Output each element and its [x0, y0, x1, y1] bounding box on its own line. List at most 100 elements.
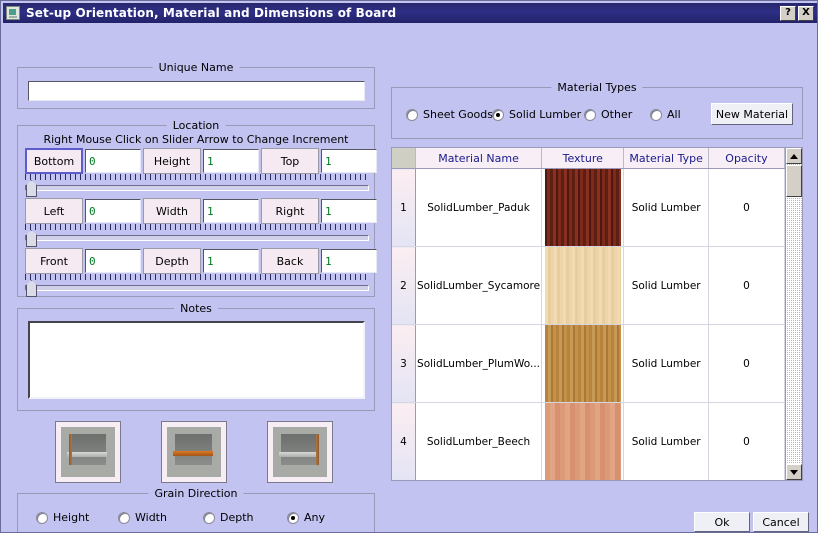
vertical-slider[interactable] [25, 174, 369, 197]
radio-icon[interactable] [36, 511, 48, 524]
cell-material-name[interactable]: SolidLumber_Sycamore [415, 246, 543, 325]
slider-thumb[interactable] [26, 230, 37, 247]
row-number: 2 [392, 246, 416, 325]
material-types-group: Material Types Sheet Goods Solid Lumber … [391, 81, 803, 139]
height-button[interactable]: Height [143, 148, 201, 174]
location-row-horizontal: Left 0 Width 1 Right 1 [25, 198, 377, 224]
preview-image [273, 427, 327, 477]
table-row[interactable]: 4 SolidLumber_Beech Solid Lumber 0 [392, 402, 785, 480]
texture-swatch-beech [544, 403, 621, 480]
material-type-all[interactable]: All [650, 108, 681, 121]
top-value-input[interactable]: 1 [321, 149, 377, 173]
material-type-solid-lumber[interactable]: Solid Lumber [492, 108, 581, 121]
depth-value-input[interactable]: 1 [203, 249, 259, 273]
bottom-value-input[interactable]: 0 [85, 149, 141, 173]
right-button[interactable]: Right [261, 198, 319, 224]
horizontal-slider[interactable] [25, 224, 369, 247]
cell-material-type: Solid Lumber [623, 324, 709, 403]
slider-thumb[interactable] [26, 280, 37, 297]
top-button[interactable]: Top [261, 148, 319, 174]
material-table-scrollbar[interactable] [785, 148, 802, 480]
cell-material-name[interactable]: SolidLumber_Paduk [415, 168, 543, 247]
preview-highlight-panel [173, 451, 214, 456]
front-value-input[interactable]: 0 [85, 249, 141, 273]
right-value-input[interactable]: 1 [321, 199, 377, 223]
cell-material-type: Solid Lumber [623, 168, 709, 247]
table-row[interactable]: 3 SolidLumber_PlumWo... Solid Lumber 0 [392, 324, 785, 403]
ok-button[interactable]: Ok [694, 512, 750, 532]
column-header-material-name[interactable]: Material Name [415, 148, 543, 169]
grain-option-depth[interactable]: Depth [203, 511, 254, 524]
grain-option-label: Width [135, 511, 167, 524]
cell-texture[interactable] [541, 324, 625, 403]
left-button[interactable]: Left [25, 198, 83, 224]
table-row[interactable]: 2 SolidLumber_Sycamore Solid Lumber 0 [392, 246, 785, 325]
column-header-opacity[interactable]: Opacity [708, 148, 785, 169]
cell-texture[interactable] [541, 246, 625, 325]
cell-texture[interactable] [541, 402, 625, 480]
scroll-down-button[interactable] [786, 464, 802, 480]
new-material-button[interactable]: New Material [711, 103, 793, 125]
texture-swatch-paduk [544, 169, 621, 246]
notes-textarea[interactable] [28, 321, 365, 399]
cell-texture[interactable] [541, 168, 625, 247]
bottom-button[interactable]: Bottom [25, 148, 83, 174]
material-type-label: All [667, 108, 681, 121]
preview-box-shelf [67, 452, 108, 457]
radio-icon[interactable] [287, 511, 299, 524]
texture-swatch-plumwood [544, 325, 621, 402]
grain-option-label: Height [53, 511, 90, 524]
radio-icon[interactable] [118, 511, 130, 524]
location-group-title: Location [166, 119, 226, 132]
front-button[interactable]: Front [25, 248, 83, 274]
down-arrow-icon [790, 469, 798, 475]
window-icon [6, 6, 20, 20]
depth-slider[interactable] [25, 274, 369, 297]
row-number: 1 [392, 168, 416, 247]
column-header-material-type[interactable]: Material Type [623, 148, 709, 169]
unique-name-group: Unique Name [17, 61, 375, 109]
orientation-preview-vertical-left[interactable] [55, 421, 121, 483]
slider-track[interactable] [25, 185, 369, 191]
cell-opacity[interactable]: 0 [708, 324, 785, 403]
unique-name-input[interactable] [28, 81, 365, 101]
scroll-up-button[interactable] [786, 148, 802, 164]
radio-icon[interactable] [584, 108, 596, 121]
material-type-other[interactable]: Other [584, 108, 632, 121]
cell-opacity[interactable]: 0 [708, 246, 785, 325]
close-button[interactable]: X [798, 5, 814, 21]
grain-option-label: Any [304, 511, 326, 524]
radio-icon[interactable] [650, 108, 662, 121]
height-value-input[interactable]: 1 [203, 149, 259, 173]
back-button[interactable]: Back [261, 248, 319, 274]
left-value-input[interactable]: 0 [85, 199, 141, 223]
slider-thumb[interactable] [26, 180, 37, 197]
cell-opacity[interactable]: 0 [708, 402, 785, 480]
notes-group-title: Notes [174, 302, 218, 315]
table-row[interactable]: 1 SolidLumber_Paduk Solid Lumber 0 [392, 168, 785, 247]
orientation-preview-vertical-right[interactable] [267, 421, 333, 483]
help-button[interactable]: ? [780, 5, 796, 21]
cancel-button[interactable]: Cancel [753, 512, 809, 532]
preview-image [61, 427, 115, 477]
grain-option-height[interactable]: Height [36, 511, 89, 524]
cell-material-name[interactable]: SolidLumber_PlumWo... [415, 324, 543, 403]
radio-icon[interactable] [492, 108, 504, 121]
slider-track[interactable] [25, 235, 369, 241]
grain-option-any[interactable]: Any [287, 511, 325, 524]
width-button[interactable]: Width [143, 198, 201, 224]
grain-option-width[interactable]: Width [118, 511, 167, 524]
radio-icon[interactable] [203, 511, 215, 524]
radio-icon[interactable] [406, 108, 418, 121]
scrollbar-thumb[interactable] [786, 165, 802, 197]
depth-button[interactable]: Depth [143, 248, 201, 274]
column-header-texture[interactable]: Texture [541, 148, 625, 169]
material-type-sheet-goods[interactable]: Sheet Goods [406, 108, 493, 121]
cell-opacity[interactable]: 0 [708, 168, 785, 247]
orientation-preview-horizontal[interactable] [161, 421, 227, 483]
back-value-input[interactable]: 1 [321, 249, 377, 273]
cell-material-name[interactable]: SolidLumber_Beech [415, 402, 543, 480]
width-value-input[interactable]: 1 [203, 199, 259, 223]
notes-group: Notes [17, 302, 375, 411]
slider-track[interactable] [25, 285, 369, 291]
